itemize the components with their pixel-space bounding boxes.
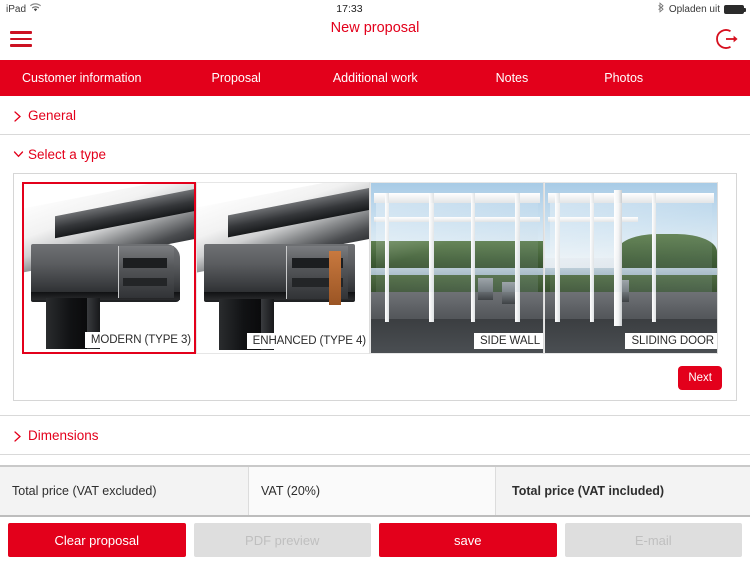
total-price-excl-vat-cell: Total price (VAT excluded) <box>0 467 248 515</box>
accordion-general-label: General <box>28 107 77 123</box>
type-card-gallery: MODERN (TYPE 3) ENHANCED (TYPE 4) SIDE W… <box>22 182 728 354</box>
total-price-incl-vat-cell: Total price (VAT included) <box>496 467 750 515</box>
proposal-content-area: General Select a type MODERN (TYPE 3) EN… <box>0 96 750 465</box>
accordion-select-a-type: Select a type MODERN (TYPE 3) ENHANCED (… <box>0 135 750 416</box>
page-title: New proposal <box>330 20 420 36</box>
clear-proposal-button[interactable]: Clear proposal <box>8 523 186 557</box>
next-button[interactable]: Next <box>678 366 722 390</box>
type-card-label: SLIDING DOOR <box>625 333 717 349</box>
totals-bar: Total price (VAT excluded) VAT (20%) Tot… <box>0 465 750 515</box>
type-card-enhanced-type-4[interactable]: ENHANCED (TYPE 4) <box>196 182 370 354</box>
chevron-right-icon <box>13 111 22 122</box>
accordion-dimensions-label: Dimensions <box>28 427 99 443</box>
tab-additional-work[interactable]: Additional work <box>333 71 418 85</box>
bottom-action-bar: Clear proposal PDF preview save E-mail <box>0 515 750 563</box>
aluminium-profile-enhanced-thumbnail <box>197 183 369 353</box>
type-card-side-wall[interactable]: SIDE WALL <box>370 182 544 354</box>
type-card-label: ENHANCED (TYPE 4) <box>246 333 369 349</box>
accordion-dimensions-header[interactable]: Dimensions <box>0 416 750 454</box>
aluminium-profile-modern-thumbnail <box>24 184 194 352</box>
status-bar-clock: 17:33 <box>336 3 363 15</box>
accordion-general-header[interactable]: General <box>0 96 750 134</box>
ios-status-bar: iPad 17:33 Opladen uit <box>0 0 750 18</box>
hamburger-line <box>10 37 32 41</box>
vat-cell: VAT (20%) <box>248 467 496 515</box>
app-header: New proposal <box>0 18 750 60</box>
accordion-select-a-type-label: Select a type <box>28 146 107 162</box>
hamburger-line <box>10 44 32 47</box>
accordion-general: General <box>0 96 750 135</box>
accordion-select-a-type-body: MODERN (TYPE 3) ENHANCED (TYPE 4) SIDE W… <box>0 173 750 415</box>
accordion-select-a-type-header[interactable]: Select a type <box>0 135 750 173</box>
main-tab-bar: Customer information Proposal Additional… <box>0 60 750 96</box>
type-selection-panel: MODERN (TYPE 3) ENHANCED (TYPE 4) SIDE W… <box>13 173 737 401</box>
type-card-label: SIDE WALL <box>473 333 543 349</box>
wifi-icon <box>30 3 42 15</box>
total-price-incl-vat-label: Total price (VAT included) <box>512 484 665 498</box>
type-card-sliding-door[interactable]: SLIDING DOOR <box>544 182 718 354</box>
status-bar-right: Opladen uit <box>658 2 746 16</box>
veranda-sliding-door-thumbnail <box>545 183 717 353</box>
tab-customer-information[interactable]: Customer information <box>22 71 142 85</box>
battery-status-label: Opladen uit <box>668 3 720 15</box>
battery-full-icon <box>724 4 746 14</box>
tab-photos[interactable]: Photos <box>604 71 643 85</box>
chevron-down-icon <box>13 150 24 159</box>
pdf-preview-button[interactable]: PDF preview <box>193 523 371 557</box>
logout-icon[interactable] <box>716 27 740 51</box>
device-name-label: iPad <box>6 3 27 15</box>
email-button[interactable]: E-mail <box>564 523 742 557</box>
chevron-right-icon <box>13 431 22 442</box>
status-bar-left: iPad <box>6 3 42 15</box>
bluetooth-icon <box>658 2 665 16</box>
app-screen: iPad 17:33 Opladen uit New proposal Cust… <box>0 0 750 563</box>
type-card-label: MODERN (TYPE 3) <box>84 332 194 348</box>
save-button[interactable]: save <box>379 523 557 557</box>
vat-label: VAT (20%) <box>261 484 321 498</box>
veranda-side-wall-thumbnail <box>371 183 543 353</box>
tab-proposal[interactable]: Proposal <box>212 71 261 85</box>
tab-notes[interactable]: Notes <box>496 71 529 85</box>
total-price-excl-vat-label: Total price (VAT excluded) <box>12 484 157 498</box>
type-card-modern-type-3[interactable]: MODERN (TYPE 3) <box>22 182 196 354</box>
accordion-dimensions: Dimensions <box>0 416 750 455</box>
next-button-row: Next <box>22 354 728 392</box>
